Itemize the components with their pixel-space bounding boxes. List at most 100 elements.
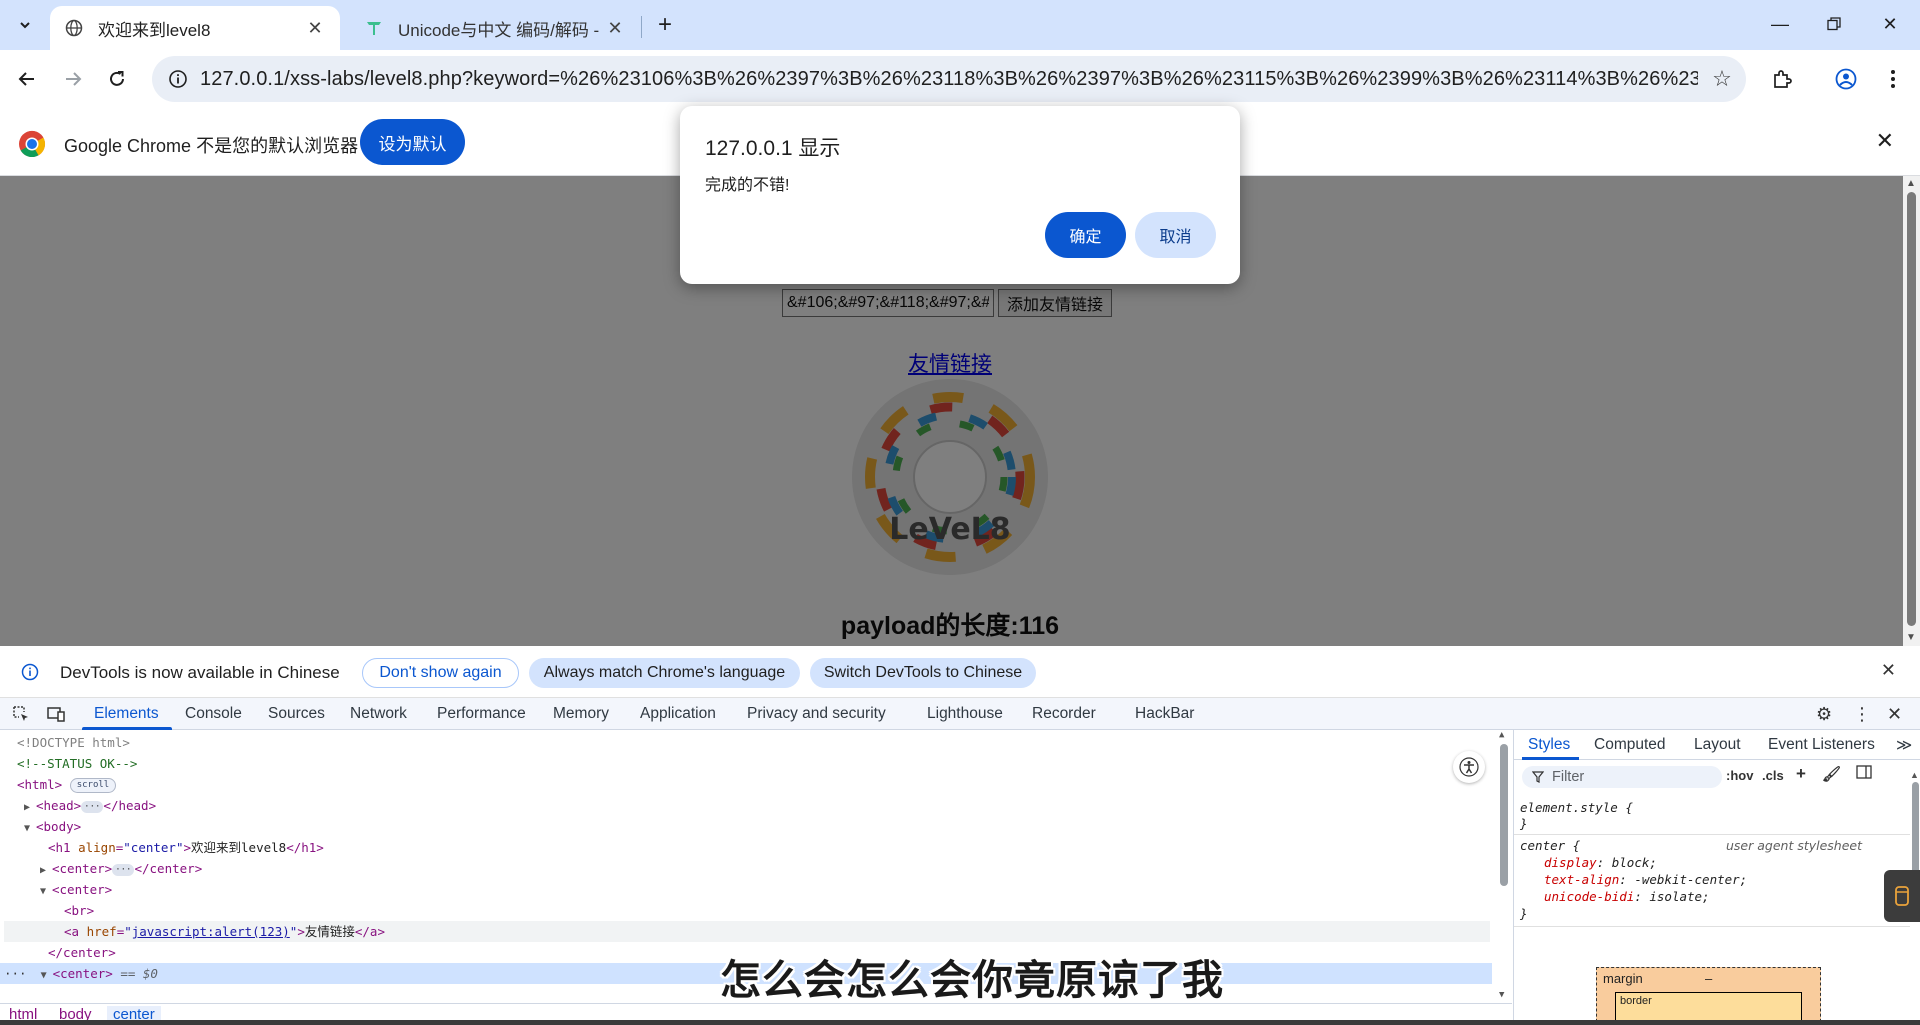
restore-button[interactable] [1804, 0, 1864, 48]
dom-node-center-collapsed[interactable]: ▶ <center> ··· </center> [40, 858, 202, 879]
page-scrollbar[interactable]: ▲ ▼ [1903, 176, 1920, 646]
tab-unicode-tool[interactable]: Unicode与中文 编码/解码 - 锤 ✕ [350, 6, 640, 50]
video-subtitle: 怎么会怎么会你竟原谅了我 [720, 956, 1224, 1004]
tab-lighthouse[interactable]: Lighthouse [927, 705, 1003, 723]
profile-button[interactable] [1826, 59, 1866, 99]
scroll-up-icon[interactable]: ▲ [1499, 730, 1504, 740]
side-panel-tab[interactable] [1884, 870, 1920, 922]
tab-recorder[interactable]: Recorder [1032, 705, 1096, 723]
set-default-button[interactable]: 设为默认 [360, 119, 465, 165]
tab-search-button[interactable] [8, 8, 42, 42]
devtools-language-infobar: DevTools is now available in Chinese Don… [0, 646, 1920, 698]
tab-close-icon[interactable]: ✕ [304, 17, 326, 39]
dom-node-comment[interactable]: <!--STATUS OK--> [17, 753, 137, 774]
switch-devtools-chinese-button[interactable]: Switch DevTools to Chinese [810, 658, 1036, 688]
scroll-up-icon[interactable]: ▲ [1906, 178, 1916, 189]
profile-icon [1835, 68, 1857, 90]
back-button[interactable] [7, 59, 47, 99]
expand-triangle-icon[interactable]: ▶ [24, 797, 36, 818]
scroll-down-icon[interactable]: ▼ [1906, 632, 1916, 643]
close-devtools-icon[interactable]: ✕ [1887, 704, 1902, 725]
dom-scrollbar[interactable]: ▲ ▼ [1497, 730, 1511, 1003]
tab-network[interactable]: Network [350, 705, 407, 723]
dom-node-anchor[interactable]: <a href="javascript:alert(123)">友情链接</a> [4, 921, 1490, 942]
always-match-language-button[interactable]: Always match Chrome's language [529, 658, 800, 688]
dom-node-html[interactable]: <html> scroll [17, 774, 117, 795]
style-rule-display[interactable]: display: block; [1544, 855, 1657, 870]
paint-brush-icon[interactable]: 🖌 [1822, 765, 1841, 783]
dom-node-doctype[interactable]: <!DOCTYPE html> [17, 732, 130, 753]
scroll-thumb[interactable] [1907, 192, 1916, 626]
inspect-element-icon[interactable] [11, 704, 31, 724]
tab-separator [641, 16, 642, 38]
tab-styles[interactable]: Styles [1528, 736, 1570, 754]
tab-console[interactable]: Console [185, 705, 242, 723]
more-tabs-chevron-icon[interactable]: ≫ [1896, 736, 1912, 755]
devtools-infobar-close-icon[interactable]: ✕ [1881, 660, 1896, 681]
dom-node-center-expanded[interactable]: ▼ <center> [40, 879, 112, 900]
tab-application[interactable]: Application [640, 705, 716, 723]
dom-scroll-thumb[interactable] [1500, 744, 1508, 886]
href-link[interactable]: javascript:alert(123) [132, 924, 290, 939]
device-toolbar-icon[interactable] [46, 704, 66, 724]
filter-icon [1532, 771, 1544, 783]
dom-node-body[interactable]: ▼ <body> [24, 816, 81, 837]
toggle-sidebar-icon[interactable] [1856, 764, 1872, 783]
style-rule-text-align[interactable]: text-align: -webkit-center; [1544, 872, 1747, 887]
forward-button[interactable] [53, 59, 93, 99]
element-style-rule[interactable]: element.style { [1520, 800, 1633, 815]
address-bar[interactable]: 127.0.0.1/xss-labs/level8.php?keyword=%2… [152, 56, 1746, 102]
close-window-button[interactable]: ✕ [1860, 0, 1920, 48]
reload-button[interactable] [97, 59, 137, 99]
url-text[interactable]: 127.0.0.1/xss-labs/level8.php?keyword=%2… [200, 68, 1698, 91]
tab-sources[interactable]: Sources [268, 705, 325, 723]
cancel-button[interactable]: 取消 [1135, 212, 1216, 258]
bookmark-star-icon[interactable]: ☆ [1698, 66, 1746, 92]
hover-state-toggle[interactable]: :hov [1726, 768, 1753, 783]
menu-button[interactable] [1873, 59, 1913, 99]
infobar-message: Google Chrome 不是您的默认浏览器 [64, 136, 359, 156]
tab-event-listeners[interactable]: Event Listeners [1768, 736, 1875, 754]
scroll-down-icon[interactable]: ▼ [1499, 990, 1504, 1000]
new-style-rule-icon[interactable]: + [1796, 764, 1806, 784]
center-selector[interactable]: center { [1520, 838, 1580, 853]
styles-filter-input[interactable]: Filter [1522, 766, 1722, 788]
tab-computed[interactable]: Computed [1594, 736, 1666, 754]
devtools-tabbar: Elements Console Sources Network Perform… [0, 698, 1920, 730]
scroll-badge[interactable]: scroll [69, 778, 117, 793]
box-model-diagram[interactable]: margin – border [1596, 967, 1821, 1025]
dom-node-center-close[interactable]: </center> [48, 942, 116, 963]
more-options-icon[interactable]: ⋮ [1853, 704, 1871, 725]
tab-privacy-security[interactable]: Privacy and security [747, 705, 886, 723]
dom-node-head[interactable]: ▶ <head> ··· </head> [24, 795, 156, 816]
tab-close-icon[interactable]: ✕ [604, 17, 626, 39]
dom-node-h1[interactable]: <h1 align="center">欢迎来到level8</h1> [48, 837, 324, 858]
collapse-triangle-icon[interactable]: ▼ [40, 881, 52, 902]
node-actions-dots[interactable]: ··· [4, 966, 27, 981]
scroll-up-icon[interactable]: ▲ [1910, 770, 1919, 780]
tab-memory[interactable]: Memory [553, 705, 609, 723]
settings-gear-icon[interactable]: ⚙ [1816, 704, 1832, 725]
tab-hackbar[interactable]: HackBar [1135, 705, 1194, 723]
ellipsis-badge[interactable]: ··· [112, 863, 135, 876]
infobar-close-icon[interactable]: ✕ [1876, 128, 1894, 154]
site-info-icon[interactable] [156, 69, 200, 89]
style-rule-unicode-bidi[interactable]: unicode-bidi: isolate; [1544, 889, 1710, 904]
tab-level8[interactable]: 欢迎来到level8 ✕ [50, 6, 340, 50]
collapse-triangle-icon[interactable]: ▼ [24, 818, 36, 839]
new-tab-button[interactable]: + [650, 10, 680, 40]
class-toggle[interactable]: .cls [1762, 768, 1784, 783]
dom-node-br[interactable]: <br> [64, 900, 94, 921]
accessibility-icon [1459, 757, 1479, 777]
ok-button[interactable]: 确定 [1045, 212, 1126, 258]
tab-elements[interactable]: Elements [94, 705, 159, 723]
collapse-triangle-icon[interactable]: ▼ [41, 965, 53, 986]
tab-performance[interactable]: Performance [437, 705, 526, 723]
ellipsis-badge[interactable]: ··· [81, 800, 104, 813]
tab-layout[interactable]: Layout [1694, 736, 1741, 754]
expand-triangle-icon[interactable]: ▶ [40, 860, 52, 881]
minimize-button[interactable]: — [1750, 0, 1810, 48]
dont-show-again-button[interactable]: Don't show again [362, 658, 519, 688]
extensions-button[interactable] [1762, 59, 1802, 99]
accessibility-tree-button[interactable] [1453, 751, 1485, 783]
